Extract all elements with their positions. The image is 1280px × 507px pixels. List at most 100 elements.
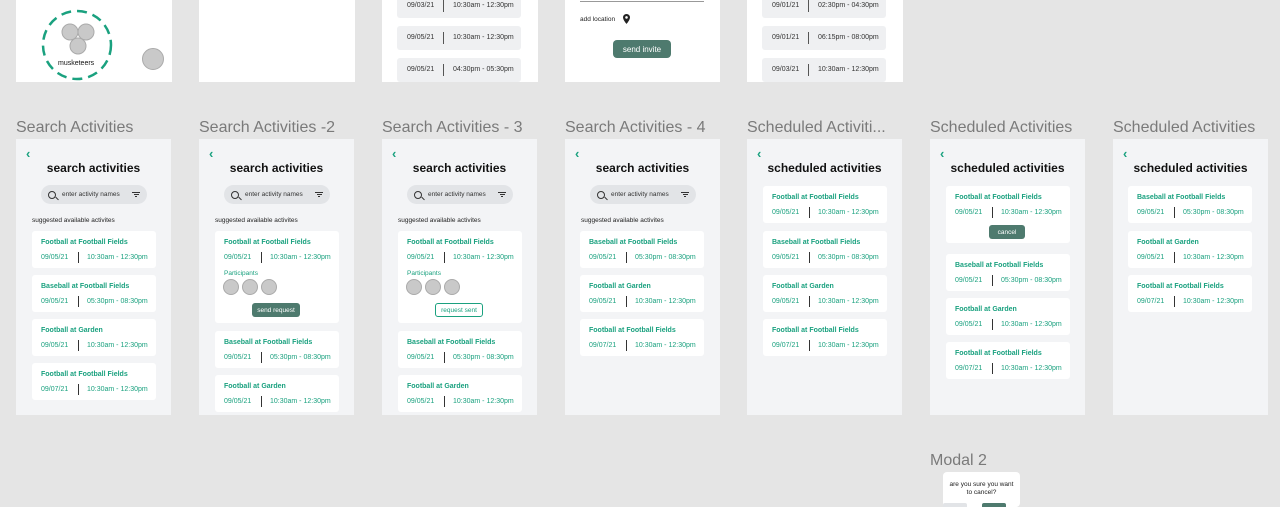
participant-avatar[interactable] <box>261 279 277 295</box>
send-invite-button[interactable]: send invite <box>613 40 671 58</box>
time-row[interactable]: 09/01/21 06:15pm - 08:00pm <box>762 26 886 50</box>
activity-card[interactable]: Baseball at Football Fields 09/05/21 05:… <box>215 331 339 368</box>
search-icon <box>231 190 239 199</box>
frame-label: Search Activities <box>16 119 134 136</box>
time-row-date: 09/03/21 <box>772 66 800 73</box>
invite-frame: add location send invite <box>565 0 720 82</box>
activity-card[interactable]: Football at Garden 09/05/21 10:30am - 12… <box>32 319 156 356</box>
activity-card[interactable]: Football at Football Fields 09/07/21 10:… <box>1128 275 1252 312</box>
frame-label: Scheduled Activiti... <box>747 119 886 136</box>
activity-card[interactable]: Baseball at Football Fields 09/05/21 05:… <box>763 231 887 268</box>
time-row-time: 10:30am - 12:30pm <box>818 66 879 73</box>
input-underline <box>580 1 704 2</box>
times-frame-b: 09/01/21 02:30pm - 04:30pm 09/01/21 06:1… <box>747 0 903 82</box>
participant-avatar[interactable] <box>242 279 258 295</box>
time-row[interactable]: 09/05/21 10:30am - 12:30pm <box>397 26 521 50</box>
suggested-label: suggested available activites <box>215 217 298 224</box>
cancel-button[interactable]: cancel <box>989 225 1025 239</box>
activity-name: Baseball at Football Fields <box>1137 194 1226 201</box>
group-name: musketeers <box>58 60 95 67</box>
activity-card[interactable]: Baseball at Football Fields 09/05/21 05:… <box>398 331 522 368</box>
participant-avatar[interactable] <box>444 279 460 295</box>
activity-card[interactable]: Football at Football Fields 09/07/21 10:… <box>763 319 887 356</box>
activity-card[interactable]: Football at Football Fields 09/05/21 10:… <box>763 186 887 223</box>
activity-card[interactable]: Football at Garden 09/05/21 10:30am - 12… <box>946 298 1070 335</box>
back-arrow-icon[interactable]: ‹ <box>575 147 579 160</box>
activity-card[interactable]: Football at Garden 09/05/21 10:30am - 12… <box>215 375 339 412</box>
time-row[interactable]: 09/03/21 10:30am - 12:30pm <box>397 0 521 18</box>
back-arrow-icon[interactable]: ‹ <box>209 147 213 160</box>
activity-time: 10:30am - 12:30pm <box>1001 209 1062 216</box>
back-arrow-icon[interactable]: ‹ <box>26 147 30 160</box>
activity-name: Football at Garden <box>772 283 834 290</box>
page-title: search activities <box>412 161 507 175</box>
filter-icon[interactable] <box>681 192 689 197</box>
frame-label: Search Activities - 4 <box>565 119 706 136</box>
activity-date: 09/07/21 <box>41 386 69 393</box>
search-input[interactable]: enter activity names <box>224 185 330 204</box>
activity-card[interactable]: Baseball at Football Fields 09/05/21 05:… <box>32 275 156 312</box>
search-placeholder: enter activity names <box>245 191 303 198</box>
activity-name: Football at Garden <box>224 383 286 390</box>
search-input[interactable]: enter activity names <box>590 185 696 204</box>
add-location-label[interactable]: add location <box>580 16 615 23</box>
participant-avatar[interactable] <box>425 279 441 295</box>
back-arrow-icon[interactable]: ‹ <box>1123 147 1127 160</box>
activity-card-expanded[interactable]: Football at Football Fields 09/05/21 10:… <box>215 231 339 323</box>
activity-card[interactable]: Football at Garden 09/05/21 10:30am - 12… <box>763 275 887 312</box>
activity-date: 09/07/21 <box>772 342 800 349</box>
filter-icon[interactable] <box>132 192 140 197</box>
participants-label: Participants <box>224 270 258 277</box>
back-arrow-icon[interactable]: ‹ <box>757 147 761 160</box>
activity-card[interactable]: Football at Football Fields 09/05/21 10:… <box>32 231 156 268</box>
activity-card[interactable]: Football at Football Fields 09/07/21 10:… <box>32 363 156 400</box>
activity-card[interactable]: Football at Garden 09/05/21 10:30am - 12… <box>398 375 522 412</box>
request-sent-button[interactable]: request sent <box>435 303 483 317</box>
blank-frame <box>199 0 355 82</box>
back-arrow-icon[interactable]: ‹ <box>940 147 944 160</box>
frame-label: Search Activities -2 <box>199 119 336 136</box>
activity-date: 09/05/21 <box>407 398 435 405</box>
activity-name: Football at Garden <box>955 306 1017 313</box>
time-row[interactable]: 09/01/21 02:30pm - 04:30pm <box>762 0 886 18</box>
participant-avatar[interactable] <box>406 279 422 295</box>
activity-card[interactable]: Football at Football Fields 09/07/21 10:… <box>946 342 1070 379</box>
activity-card[interactable]: Football at Garden 09/05/21 10:30am - 12… <box>1128 231 1252 268</box>
search-input[interactable]: enter activity names <box>407 185 513 204</box>
search-activities-frame: ‹ search activities enter activity names… <box>16 139 171 415</box>
modal-question: are you sure you want to cancel? <box>949 481 1014 496</box>
time-row[interactable]: 09/05/21 04:30pm - 05:30pm <box>397 58 521 82</box>
activity-date: 09/05/21 <box>955 321 983 328</box>
frame-label: Search Activities - 3 <box>382 119 523 136</box>
activity-name: Baseball at Football Fields <box>407 339 496 346</box>
filter-icon[interactable] <box>498 192 506 197</box>
activity-card[interactable]: Baseball at Football Fields 09/05/21 05:… <box>946 254 1070 291</box>
activity-name: Football at Football Fields <box>407 239 494 246</box>
activity-card[interactable]: Baseball at Football Fields 09/05/21 05:… <box>580 231 704 268</box>
participant-avatar[interactable] <box>223 279 239 295</box>
frame-label: Scheduled Activities <box>930 119 1073 136</box>
search-icon <box>48 190 56 199</box>
modal-no-button[interactable] <box>943 503 967 507</box>
activity-card[interactable]: Football at Garden 09/05/21 10:30am - 12… <box>580 275 704 312</box>
group-frame: musketeers <box>16 0 172 82</box>
activity-card-expanded[interactable]: Football at Football Fields 09/05/21 10:… <box>398 231 522 323</box>
activity-card[interactable]: Baseball at Football Fields 09/05/21 05:… <box>1128 186 1252 223</box>
modal-yes-button[interactable] <box>982 503 1006 507</box>
activity-date: 09/05/21 <box>224 254 252 261</box>
location-pin-icon[interactable] <box>623 14 630 24</box>
activity-card[interactable]: Football at Football Fields 09/07/21 10:… <box>580 319 704 356</box>
activity-name: Baseball at Football Fields <box>589 239 678 246</box>
activity-time: 10:30am - 12:30pm <box>87 386 148 393</box>
filter-icon[interactable] <box>315 192 323 197</box>
times-frame-a: 09/03/21 10:30am - 12:30pm 09/05/21 10:3… <box>382 0 538 82</box>
search-input[interactable]: enter activity names <box>41 185 147 204</box>
back-arrow-icon[interactable]: ‹ <box>392 147 396 160</box>
send-request-button[interactable]: send request <box>252 303 300 317</box>
activity-time: 05:30pm - 08:30pm <box>270 354 331 361</box>
member-avatar[interactable] <box>142 48 164 70</box>
activity-time: 05:30pm - 08:30pm <box>818 254 879 261</box>
activity-card-expanded[interactable]: Football at Football Fields 09/05/21 10:… <box>946 186 1070 243</box>
time-row[interactable]: 09/03/21 10:30am - 12:30pm <box>762 58 886 82</box>
activity-name: Football at Garden <box>1137 239 1199 246</box>
